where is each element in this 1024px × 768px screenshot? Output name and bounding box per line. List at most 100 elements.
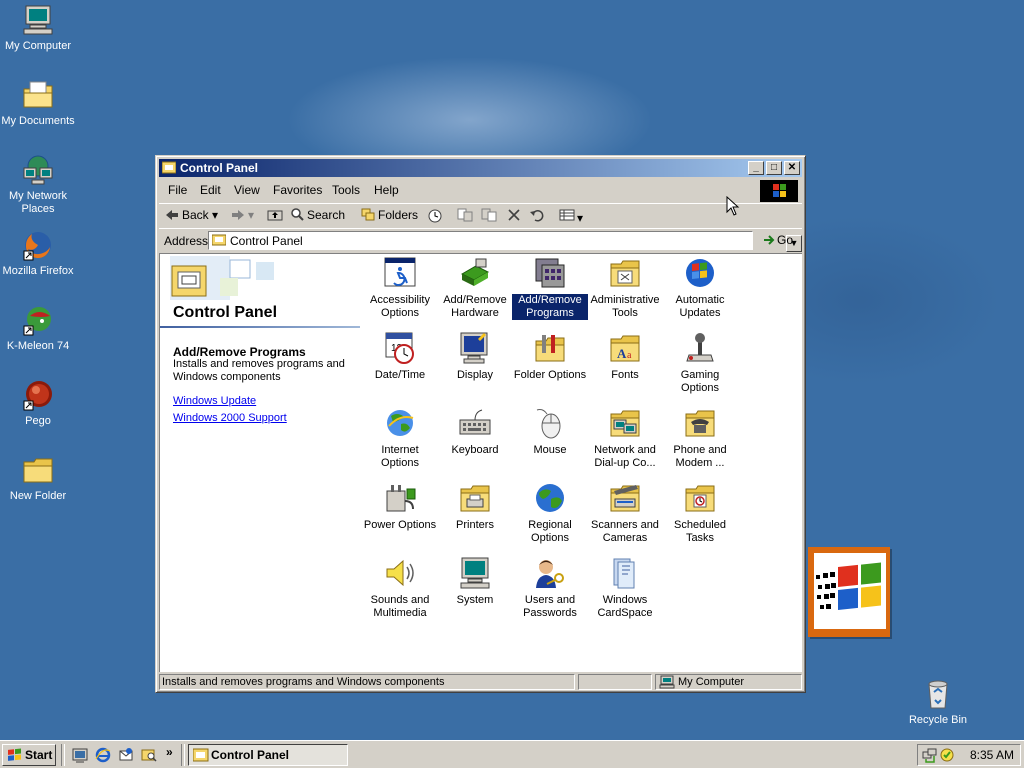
desktop-icon-label: My Network Places xyxy=(8,190,68,215)
forward-button[interactable]: ▾ xyxy=(231,208,254,222)
window-titlebar[interactable]: Control Panel _ □ ✕ xyxy=(159,159,802,177)
address-bar: Address Control Panel ▼ Go xyxy=(159,228,802,253)
item-scheduled-tasks[interactable]: Scheduled Tasks xyxy=(662,481,738,545)
item-label: Mouse xyxy=(533,444,567,456)
minimize-button[interactable]: _ xyxy=(748,161,764,175)
windows-logo-image xyxy=(808,547,890,637)
item-administrative-tools[interactable]: Administrative Tools xyxy=(587,256,663,320)
windows-2000-support-link[interactable]: Windows 2000 Support xyxy=(173,412,287,424)
quicklaunch-internet-explorer[interactable] xyxy=(95,747,111,766)
security-tray-icon[interactable] xyxy=(939,747,955,763)
window-title: Control Panel xyxy=(180,161,259,175)
item-label: Printers xyxy=(456,519,494,531)
quicklaunch-outlook-express[interactable] xyxy=(118,747,134,766)
address-value: Control Panel xyxy=(230,234,303,248)
quicklaunch-show-desktop[interactable] xyxy=(72,747,88,766)
pane-divider xyxy=(160,326,360,328)
desktop-icon-recycle-bin[interactable]: Recycle Bin xyxy=(900,678,976,727)
item-scanners-cameras[interactable]: Scanners and Cameras xyxy=(587,481,663,545)
desktop-icon-my-documents[interactable]: My Documents xyxy=(0,79,76,128)
item-add-remove-programs[interactable]: Add/Remove Programs xyxy=(512,256,588,320)
computer-icon xyxy=(659,675,675,689)
back-button[interactable]: Back ▾ xyxy=(165,208,218,222)
item-internet-options[interactable]: Internet Options xyxy=(362,406,438,470)
search-button[interactable]: Search xyxy=(291,208,345,222)
item-label: Date/Time xyxy=(374,369,426,381)
copy-to-button[interactable] xyxy=(481,208,497,225)
item-label: Scanners and Cameras xyxy=(591,519,659,544)
desktop-icon-k-meleon[interactable]: K-Meleon 74 xyxy=(0,304,76,353)
views-button[interactable]: ▾ xyxy=(559,208,583,225)
desktop-icon-label: Mozilla Firefox xyxy=(2,265,74,277)
item-sounds-multimedia[interactable]: Sounds and Multimedia xyxy=(362,556,438,620)
item-system[interactable]: System xyxy=(437,556,513,607)
item-date-time[interactable]: 12 Date/Time xyxy=(362,331,438,382)
item-network-dialup[interactable]: Network and Dial-up Co... xyxy=(587,406,663,470)
desktop-icon-mozilla-firefox[interactable]: Mozilla Firefox xyxy=(0,229,76,278)
status-bar: Installs and removes programs and Window… xyxy=(159,673,802,691)
status-zone: My Computer xyxy=(655,674,802,690)
address-label: Address xyxy=(164,234,209,248)
go-button[interactable]: Go xyxy=(763,233,793,247)
desktop-icon-pego[interactable]: Pego xyxy=(0,379,76,428)
item-automatic-updates[interactable]: Automatic Updates xyxy=(662,256,738,320)
clock[interactable]: 8:35 AM xyxy=(970,748,1014,762)
item-windows-cardspace[interactable]: Windows CardSpace xyxy=(587,556,663,620)
history-button[interactable] xyxy=(427,208,443,227)
item-mouse[interactable]: Mouse xyxy=(512,406,588,457)
control-panel-icon xyxy=(161,161,177,174)
menu-favorites[interactable]: Favorites xyxy=(273,183,322,197)
item-display[interactable]: Display xyxy=(437,331,513,382)
address-input[interactable]: Control Panel ▼ xyxy=(208,231,802,252)
item-users-passwords[interactable]: Users and Passwords xyxy=(512,556,588,620)
item-label: Keyboard xyxy=(451,444,499,456)
taskbar-button-control-panel[interactable]: Control Panel xyxy=(188,744,348,766)
menu-view[interactable]: View xyxy=(234,183,260,197)
item-fonts[interactable]: Aa Fonts xyxy=(587,331,663,382)
desktop-icon-label: K-Meleon 74 xyxy=(6,340,70,352)
quicklaunch-overflow-chevron[interactable]: » xyxy=(166,745,173,759)
power-icon xyxy=(383,481,417,515)
item-gaming-options[interactable]: Gaming Options xyxy=(662,331,738,395)
menu-tools[interactable]: Tools xyxy=(332,183,360,197)
up-folder-button[interactable] xyxy=(267,208,286,222)
item-label: Users and Passwords xyxy=(523,594,577,619)
menu-file[interactable]: File xyxy=(168,183,187,197)
item-regional-options[interactable]: Regional Options xyxy=(512,481,588,545)
item-keyboard[interactable]: Keyboard xyxy=(437,406,513,457)
mouse-icon xyxy=(533,406,567,440)
desktop-icon-label: My Computer xyxy=(4,40,72,52)
item-label: Phone and Modem ... xyxy=(673,444,727,469)
menu-help[interactable]: Help xyxy=(374,183,399,197)
item-folder-options[interactable]: Folder Options xyxy=(512,331,588,382)
folders-button[interactable]: Folders xyxy=(361,208,418,222)
network-tray-icon[interactable] xyxy=(922,747,938,763)
item-phone-modem[interactable]: Phone and Modem ... xyxy=(662,406,738,470)
item-printers[interactable]: Printers xyxy=(437,481,513,532)
item-label: Automatic Updates xyxy=(675,294,725,319)
desktop-icon-label: My Documents xyxy=(1,115,75,127)
quicklaunch-explorer[interactable] xyxy=(141,747,157,766)
item-accessibility-options[interactable]: Accessibility Options xyxy=(362,256,438,320)
delete-button[interactable] xyxy=(507,208,521,225)
desktop-icon-my-computer[interactable]: My Computer xyxy=(0,4,76,53)
item-add-remove-hardware[interactable]: Add/Remove Hardware xyxy=(437,256,513,320)
start-button[interactable]: Start xyxy=(2,744,56,766)
desktop-icon-new-folder[interactable]: New Folder xyxy=(0,454,76,503)
close-button[interactable]: ✕ xyxy=(784,161,800,175)
hardware-icon xyxy=(458,256,492,290)
move-to-button[interactable] xyxy=(457,208,473,225)
taskbar-separator xyxy=(61,744,65,766)
svg-text:a: a xyxy=(627,350,632,361)
windows-update-link[interactable]: Windows Update xyxy=(173,395,256,407)
maximize-button[interactable]: □ xyxy=(766,161,782,175)
scanner-icon xyxy=(608,481,642,515)
menu-edit[interactable]: Edit xyxy=(200,183,221,197)
documents-folder-icon xyxy=(22,79,54,111)
desktop-icon-my-network-places[interactable]: My Network Places xyxy=(0,154,76,216)
back-label: Back xyxy=(182,208,209,222)
network-places-icon xyxy=(22,154,54,186)
undo-button[interactable] xyxy=(529,208,545,225)
item-power-options[interactable]: Power Options xyxy=(362,481,438,532)
item-label: Add/Remove Programs xyxy=(512,294,588,320)
